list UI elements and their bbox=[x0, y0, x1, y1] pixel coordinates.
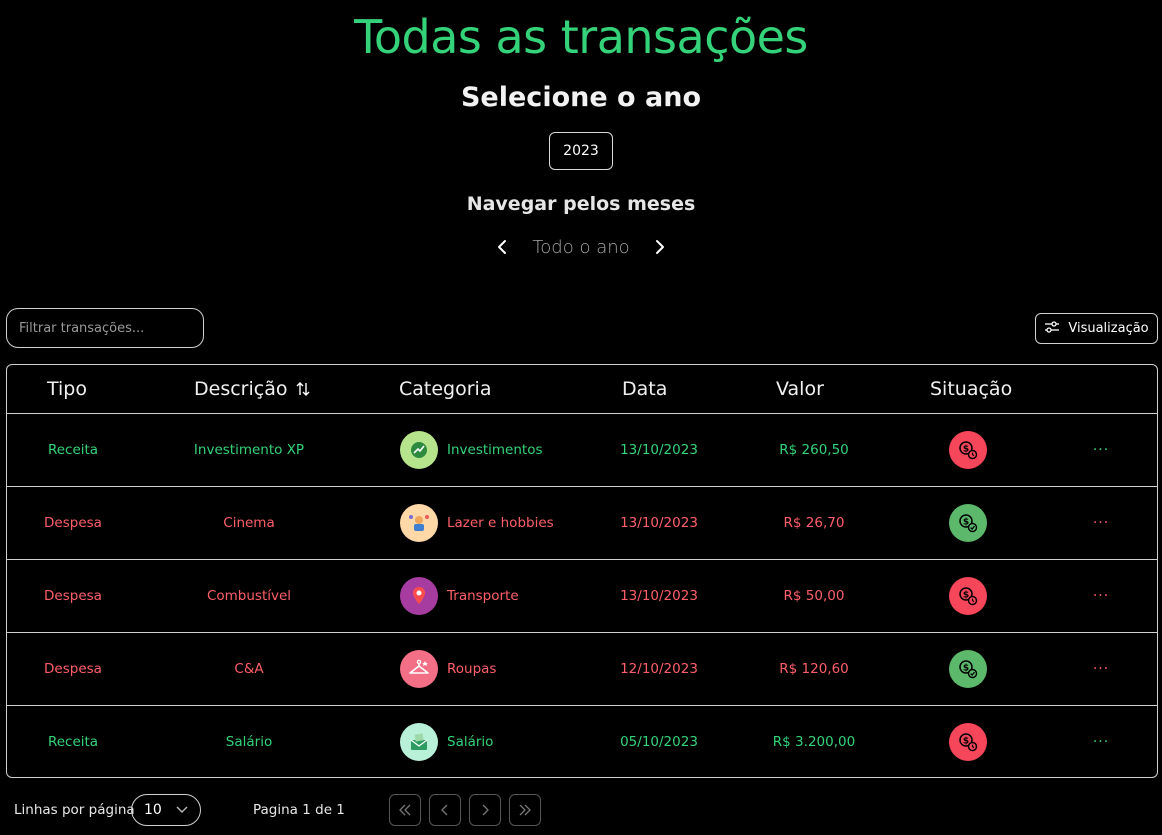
table-header: Tipo Descrição Categoria Data Valor Situ… bbox=[7, 365, 1157, 414]
cell-tipo: Receita bbox=[47, 442, 99, 458]
column-header-descricao-label: Descrição bbox=[194, 378, 288, 400]
cell-data: 13/10/2023 bbox=[620, 442, 698, 458]
category-label: Lazer e hobbies bbox=[447, 515, 554, 531]
clothes-hanger-icon bbox=[400, 650, 438, 688]
chevron-left-icon bbox=[440, 801, 450, 820]
column-header-descricao[interactable]: Descrição bbox=[194, 365, 310, 413]
cell-valor: R$ 260,50 bbox=[779, 442, 849, 458]
cell-descricao: Salário bbox=[225, 734, 273, 750]
double-chevron-right-icon bbox=[518, 801, 532, 820]
cell-categoria: Lazer e hobbies bbox=[400, 487, 610, 559]
coin-clock-icon[interactable]: $ bbox=[949, 577, 987, 615]
investment-icon bbox=[400, 431, 438, 469]
row-actions-icon[interactable]: ··· bbox=[1081, 560, 1121, 632]
view-options-button[interactable]: Visualização bbox=[1035, 313, 1158, 344]
chevron-down-icon bbox=[176, 802, 188, 818]
cell-tipo: Receita bbox=[47, 734, 99, 750]
cell-descricao: C&A bbox=[234, 661, 264, 677]
cell-descricao: Investimento XP bbox=[193, 442, 305, 458]
cell-valor: R$ 50,00 bbox=[783, 588, 845, 604]
column-header-valor[interactable]: Valor bbox=[776, 365, 824, 413]
cell-situacao: $ bbox=[928, 560, 1008, 632]
page-info: Pagina 1 de 1 bbox=[253, 802, 345, 818]
cell-situacao: $ bbox=[928, 487, 1008, 559]
row-actions-icon[interactable]: ··· bbox=[1081, 706, 1121, 777]
chevron-left-icon[interactable] bbox=[492, 236, 514, 258]
cell-valor: R$ 3.200,00 bbox=[772, 734, 856, 750]
next-page-button[interactable] bbox=[469, 794, 501, 826]
cell-valor: R$ 26,70 bbox=[783, 515, 845, 531]
first-page-button[interactable] bbox=[389, 794, 421, 826]
cell-data: 12/10/2023 bbox=[620, 661, 698, 677]
double-chevron-left-icon bbox=[398, 801, 412, 820]
rows-per-page-select[interactable]: 10 bbox=[131, 794, 201, 826]
coin-clock-icon[interactable]: $ bbox=[949, 723, 987, 761]
table-row[interactable]: Despesa Cinema Lazer e hobbies 13/10/2023 R$… bbox=[7, 487, 1157, 560]
category-label: Transporte bbox=[447, 588, 519, 604]
leisure-icon bbox=[400, 504, 438, 542]
cell-data: 13/10/2023 bbox=[620, 588, 698, 604]
category-label: Roupas bbox=[447, 661, 497, 677]
coin-clock-icon[interactable]: $ bbox=[949, 431, 987, 469]
cell-categoria: Roupas bbox=[400, 633, 610, 705]
cell-tipo: Despesa bbox=[44, 515, 102, 531]
column-header-tipo[interactable]: Tipo bbox=[47, 365, 87, 413]
view-options-label: Visualização bbox=[1068, 321, 1149, 336]
sliders-icon bbox=[1044, 320, 1060, 338]
category-label: Investimentos bbox=[447, 442, 543, 458]
salary-envelope-icon bbox=[400, 723, 438, 761]
previous-page-button[interactable] bbox=[429, 794, 461, 826]
coin-check-icon[interactable]: $ bbox=[949, 504, 987, 542]
cell-situacao: $ bbox=[928, 633, 1008, 705]
current-month-label: Todo o ano bbox=[532, 236, 630, 258]
cell-valor: R$ 120,60 bbox=[779, 661, 849, 677]
table-row[interactable]: Despesa Combustível Transporte 13/10/2023 R$… bbox=[7, 560, 1157, 633]
sort-arrows-icon[interactable] bbox=[296, 381, 310, 397]
cell-descricao: Combustível bbox=[206, 588, 292, 604]
row-actions-icon[interactable]: ··· bbox=[1081, 487, 1121, 559]
column-header-situacao[interactable]: Situação bbox=[930, 365, 1012, 413]
cell-descricao: Cinema bbox=[223, 515, 275, 531]
chevron-right-icon[interactable] bbox=[648, 236, 670, 258]
month-nav-title: Navegar pelos meses bbox=[466, 193, 696, 215]
category-label: Salário bbox=[447, 734, 494, 750]
cell-situacao: $ bbox=[928, 706, 1008, 777]
table-body: Receita Investimento XP Investimentos 13/10… bbox=[7, 414, 1157, 777]
table-row[interactable]: Receita Investimento XP Investimentos 13/10… bbox=[7, 414, 1157, 487]
transactions-table: Tipo Descrição Categoria Data Valor Situ… bbox=[6, 364, 1158, 778]
cell-categoria: Transporte bbox=[400, 560, 610, 632]
coin-check-icon[interactable]: $ bbox=[949, 650, 987, 688]
chevron-right-icon bbox=[480, 801, 490, 820]
cell-tipo: Despesa bbox=[44, 588, 102, 604]
rows-per-page-label: Linhas por página bbox=[14, 802, 135, 818]
year-section-title: Selecione o ano bbox=[460, 82, 701, 113]
column-header-data[interactable]: Data bbox=[622, 365, 667, 413]
cell-tipo: Despesa bbox=[44, 661, 102, 677]
column-header-categoria[interactable]: Categoria bbox=[399, 365, 491, 413]
cell-data: 05/10/2023 bbox=[620, 734, 698, 750]
cell-categoria: Investimentos bbox=[400, 414, 610, 486]
cell-data: 13/10/2023 bbox=[620, 515, 698, 531]
cell-situacao: $ bbox=[928, 414, 1008, 486]
table-row[interactable]: Receita Salário Salário 05/10/2023 R$ 3.200,… bbox=[7, 706, 1157, 777]
row-actions-icon[interactable]: ··· bbox=[1081, 414, 1121, 486]
cell-categoria: Salário bbox=[400, 706, 610, 777]
page-title: Todas as transações bbox=[354, 10, 808, 64]
rows-per-page-value: 10 bbox=[144, 802, 162, 818]
row-actions-icon[interactable]: ··· bbox=[1081, 633, 1121, 705]
month-navigator: Todo o ano bbox=[0, 233, 1162, 261]
table-row[interactable]: Despesa C&A Roupas 12/10/2023 R$ 120,60 $ ··· bbox=[7, 633, 1157, 706]
transport-icon bbox=[400, 577, 438, 615]
year-select-button[interactable]: 2023 bbox=[549, 132, 613, 170]
filter-transactions-input[interactable] bbox=[6, 308, 204, 348]
last-page-button[interactable] bbox=[509, 794, 541, 826]
